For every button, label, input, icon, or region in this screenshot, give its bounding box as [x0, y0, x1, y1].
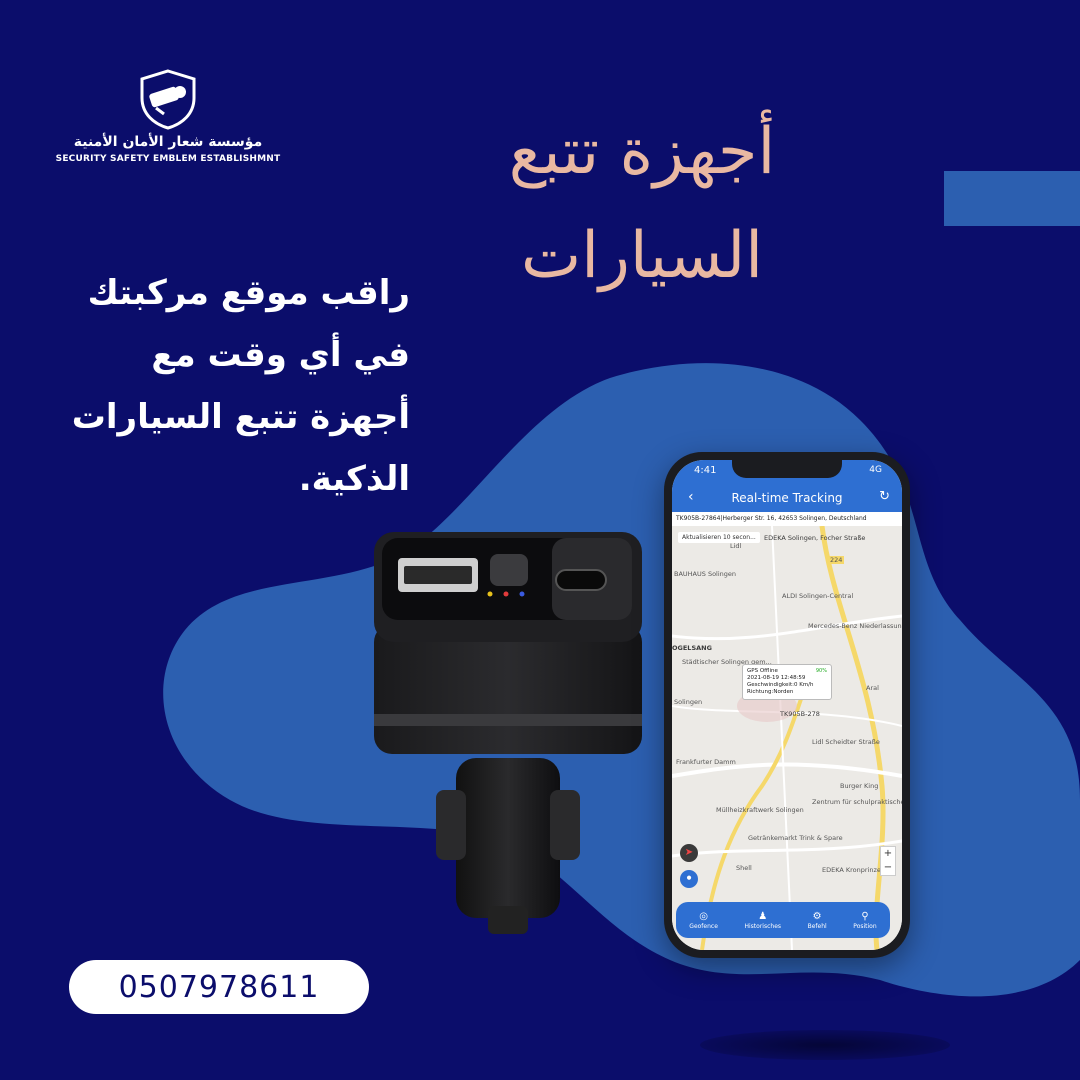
nav-command[interactable]: ⚙ Befehl	[808, 911, 827, 930]
smartphone: 4:41 4G ‹ Real-time Tracking ↻ TK905B-27…	[664, 452, 910, 958]
device-address: TK905B-27864|Herberger Str. 16, 42653 So…	[672, 512, 902, 526]
map-label: BAUHAUS Solingen	[674, 570, 737, 578]
zoom-control[interactable]: + −	[880, 846, 896, 876]
map-label: Frankfurter Damm	[676, 758, 736, 766]
map-label: Müllheizkraftwerk Solingen	[716, 806, 804, 814]
subtext-line2: في أي وقت مع	[151, 335, 410, 375]
phone-screen: 4:41 4G ‹ Real-time Tracking ↻ TK905B-27…	[672, 460, 902, 950]
gear-icon: ⚙	[812, 910, 822, 922]
map-label: Lidl	[730, 542, 742, 550]
status-time: 4:41	[694, 465, 717, 476]
nav-label: Historisches	[744, 922, 782, 930]
phone-number-pill[interactable]: 0507978611	[69, 960, 369, 1014]
bottom-nav: ◎ Geofence ♟ Historisches ⚙ Befehl ⚲ Pos…	[676, 902, 890, 938]
location-pin-icon: ⚲	[861, 910, 869, 922]
history-icon: ♟	[758, 910, 768, 922]
brand-name-en: SECURITY SAFETY EMBLEM ESTABLISHMNT	[55, 154, 281, 164]
car-icon[interactable]: ⚫	[680, 870, 698, 888]
map-label: 224	[828, 556, 845, 564]
app-title: Real-time Tracking	[731, 491, 843, 505]
gps-direction: Richtung:Norden	[747, 689, 794, 695]
accent-bar	[944, 171, 1080, 226]
gps-info-popup: 90% GPS Offline 2021-08-19 12:48:59 Gesc…	[742, 664, 832, 700]
map-view[interactable]: Aktualisieren 10 secon... EDEKA Solingen…	[672, 526, 902, 950]
gps-speed: Geschwindigkeit:0 Km/h	[747, 682, 814, 688]
map-label: Shell	[736, 864, 752, 872]
compass-icon[interactable]: ➤	[680, 844, 698, 862]
update-interval-chip: Aktualisieren 10 secon...	[678, 532, 760, 543]
map-label: Burger King	[840, 782, 879, 790]
car-charger-gps-tracker	[374, 532, 642, 934]
map-label: Getränkemarkt Trink & Spare	[748, 834, 843, 842]
phone-number: 0507978611	[118, 969, 320, 1005]
vehicle-marker[interactable]: TK905B-278	[780, 710, 820, 718]
subtext: راقب موقع مركبتك في أي وقت مع أجهزة تتبع…	[40, 262, 410, 510]
nav-label: Geofence	[689, 922, 718, 930]
nav-position[interactable]: ⚲ Position	[853, 911, 876, 930]
map-label: Mercedes-Benz Niederlassung...	[808, 622, 902, 630]
status-signal: 4G	[869, 465, 882, 475]
map-label: Zentrum für schulpraktische...	[812, 798, 902, 806]
phone-shadow	[700, 1030, 950, 1060]
zoom-in-icon[interactable]: +	[881, 847, 895, 861]
brand-name-ar: مؤسسة شعار الأمان الأمنية	[73, 134, 263, 150]
nav-label: Befehl	[807, 922, 827, 930]
map-label: OGELSANG	[672, 644, 712, 652]
nav-label: Position	[853, 922, 877, 930]
map-label: EDEKA Solingen, Focher Straße	[764, 534, 866, 542]
map-label: Solingen	[674, 698, 703, 706]
nav-history[interactable]: ♟ Historisches	[745, 911, 782, 930]
map-label: EDEKA Kronprinzen	[822, 866, 886, 874]
map-label: Aral	[866, 684, 879, 692]
subtext-line3: أجهزة تتبع السيارات	[71, 397, 410, 437]
headline-line1: أجهزة تتبع	[508, 115, 776, 189]
brand-logo: مؤسسة شعار الأمان الأمنية SECURITY SAFET…	[48, 68, 288, 164]
geofence-icon: ◎	[699, 910, 708, 922]
nav-geofence[interactable]: ◎ Geofence	[689, 911, 718, 930]
headline: أجهزة تتبع السيارات	[432, 100, 852, 308]
map-label: Lidl Scheidter Straße	[812, 738, 880, 746]
zoom-out-icon[interactable]: −	[881, 861, 895, 875]
phone-notch	[732, 460, 842, 478]
headline-line2: السيارات	[520, 219, 764, 293]
refresh-icon[interactable]: ↻	[879, 489, 890, 504]
gps-datetime: 2021-08-19 12:48:59	[747, 675, 806, 681]
battery-level: 90%	[815, 668, 827, 674]
shield-camera-icon	[140, 69, 196, 130]
subtext-line1: راقب موقع مركبتك	[87, 273, 410, 313]
app-bar: ‹ Real-time Tracking ↻	[672, 484, 902, 512]
subtext-line4: الذكية.	[298, 459, 410, 499]
poster: مؤسسة شعار الأمان الأمنية SECURITY SAFET…	[0, 0, 1080, 1080]
map-label: ALDI Solingen-Central	[782, 592, 854, 600]
